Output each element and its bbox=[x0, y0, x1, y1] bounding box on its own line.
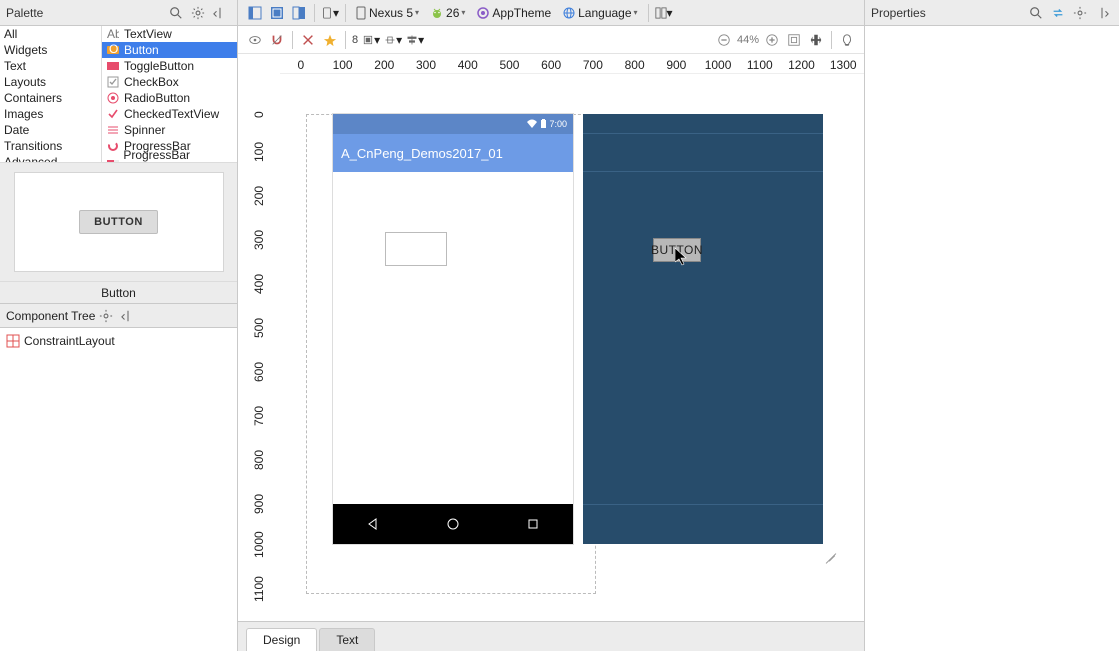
widget-spinner[interactable]: Spinner bbox=[102, 122, 237, 138]
tree-root-constraintlayout[interactable]: ConstraintLayout bbox=[6, 334, 231, 348]
preview-button[interactable]: BUTTON bbox=[79, 210, 158, 234]
preview-label: Button bbox=[0, 282, 237, 304]
component-tree-title: Component Tree bbox=[6, 309, 95, 323]
zoom-out-icon[interactable] bbox=[715, 31, 733, 49]
widget-textview[interactable]: AbTextView bbox=[102, 26, 237, 42]
magnet-icon[interactable] bbox=[268, 31, 286, 49]
properties-body bbox=[865, 26, 1119, 651]
phone-navbar bbox=[333, 504, 573, 544]
checkedtext-icon bbox=[106, 107, 120, 121]
palette-category[interactable]: Transitions bbox=[0, 138, 101, 154]
palette-category[interactable]: All bbox=[0, 26, 101, 42]
constraintlayout-icon bbox=[6, 334, 20, 348]
device-preview[interactable]: 7:00 A_CnPeng_Demos2017_01 bbox=[333, 114, 573, 544]
language-selector[interactable]: Language▾ bbox=[559, 5, 641, 21]
ruler-horizontal: 0100200300400500600700800900100011001200… bbox=[280, 54, 864, 74]
widget-togglebutton[interactable]: ToggleButton bbox=[102, 58, 237, 74]
view-design-icon[interactable] bbox=[246, 4, 264, 22]
textview-icon: Ab bbox=[106, 27, 120, 41]
theme-selector[interactable]: AppTheme bbox=[473, 5, 555, 21]
view-blueprint-icon[interactable] bbox=[268, 4, 286, 22]
api-selector[interactable]: 26▾ bbox=[427, 5, 469, 21]
phone-appbar: A_CnPeng_Demos2017_01 bbox=[333, 134, 573, 172]
editor-bottom-tabs: Design Text bbox=[238, 621, 864, 651]
svg-text:OK: OK bbox=[109, 44, 119, 56]
radio-icon bbox=[106, 91, 120, 105]
button-icon: OK bbox=[106, 43, 120, 57]
gear-icon[interactable] bbox=[1071, 4, 1089, 22]
palette-category[interactable]: Images bbox=[0, 106, 101, 122]
component-tree-header: Component Tree bbox=[0, 304, 237, 328]
palette-category-list: All Widgets Text Layouts Containers Imag… bbox=[0, 26, 102, 162]
variants-icon[interactable]: ▾ bbox=[655, 4, 673, 22]
nav-recent-icon bbox=[526, 517, 540, 531]
widget-progressbar-h[interactable]: ProgressBar (Horizon bbox=[102, 154, 237, 162]
palette-category[interactable]: Widgets bbox=[0, 42, 101, 58]
palette-header: Palette bbox=[0, 0, 237, 26]
canvas-resize-handle[interactable] bbox=[824, 548, 838, 562]
blueprint-preview[interactable]: BUTTON bbox=[583, 114, 823, 544]
component-tree-body: ConstraintLayout bbox=[0, 328, 237, 651]
eye-icon[interactable] bbox=[246, 31, 264, 49]
dragging-button[interactable]: BUTTON bbox=[653, 238, 701, 262]
widget-checkedtextview[interactable]: CheckedTextView bbox=[102, 106, 237, 122]
device-selector[interactable]: Nexus 5▾ bbox=[352, 5, 423, 21]
design-second-toolbar: 8 ▾ ▾ ▾ 44% bbox=[238, 26, 864, 54]
palette-category[interactable]: Advanced bbox=[0, 154, 101, 162]
palette-widget-list: AbTextView OKButton ToggleButton CheckBo… bbox=[102, 26, 237, 162]
ruler-vertical: 010020030040050060070080090010001100 bbox=[238, 74, 280, 621]
drop-placeholder bbox=[385, 232, 447, 266]
default-margin-value: 8 bbox=[352, 34, 358, 46]
infer-constraints-icon[interactable] bbox=[321, 31, 339, 49]
collapse-icon[interactable] bbox=[211, 4, 229, 22]
status-time: 7:00 bbox=[549, 119, 567, 129]
palette-category[interactable]: Date bbox=[0, 122, 101, 138]
zoom-fit-icon[interactable] bbox=[785, 31, 803, 49]
spinner-icon bbox=[106, 123, 120, 137]
checkbox-icon bbox=[106, 75, 120, 89]
view-both-icon[interactable] bbox=[290, 4, 308, 22]
widget-radiobutton[interactable]: RadioButton bbox=[102, 90, 237, 106]
design-canvas[interactable]: 0100200300400500600700800900100011001200… bbox=[238, 54, 864, 621]
default-margin-icon[interactable]: ▾ bbox=[362, 31, 380, 49]
search-icon[interactable] bbox=[1027, 4, 1045, 22]
pack-icon[interactable]: ▾ bbox=[384, 31, 402, 49]
collapse-icon[interactable] bbox=[119, 307, 137, 325]
widget-button[interactable]: OKButton bbox=[102, 42, 237, 58]
wifi-icon bbox=[527, 119, 537, 129]
search-icon[interactable] bbox=[167, 4, 185, 22]
clear-constraints-icon[interactable] bbox=[299, 31, 317, 49]
gear-icon[interactable] bbox=[97, 307, 115, 325]
zoom-in-icon[interactable] bbox=[763, 31, 781, 49]
widget-checkbox[interactable]: CheckBox bbox=[102, 74, 237, 90]
battery-icon bbox=[540, 119, 547, 129]
warnings-icon[interactable] bbox=[838, 31, 856, 49]
tab-text[interactable]: Text bbox=[319, 628, 375, 651]
orientation-icon[interactable]: ▾ bbox=[321, 4, 339, 22]
zoom-percent: 44% bbox=[737, 34, 759, 46]
tab-design[interactable]: Design bbox=[246, 628, 317, 651]
palette-category[interactable]: Text bbox=[0, 58, 101, 74]
palette-title: Palette bbox=[6, 6, 43, 20]
toggle-icon bbox=[106, 59, 120, 73]
widget-preview-area: BUTTON bbox=[0, 162, 237, 282]
gear-icon[interactable] bbox=[189, 4, 207, 22]
svg-text:Ab: Ab bbox=[107, 28, 119, 40]
progress-icon bbox=[106, 139, 120, 153]
design-top-toolbar: ▾ Nexus 5▾ 26▾ AppTheme Language▾ ▾ bbox=[238, 0, 864, 26]
properties-header: Properties bbox=[865, 0, 1119, 26]
properties-title: Properties bbox=[871, 6, 926, 20]
phone-content[interactable] bbox=[333, 172, 573, 504]
palette-category[interactable]: Layouts bbox=[0, 74, 101, 90]
swap-icon[interactable] bbox=[1049, 4, 1067, 22]
nav-home-icon bbox=[446, 517, 460, 531]
pan-icon[interactable] bbox=[807, 31, 825, 49]
nav-back-icon bbox=[366, 517, 380, 531]
collapse-icon[interactable] bbox=[1093, 4, 1111, 22]
progress-h-icon bbox=[106, 155, 119, 162]
align-icon[interactable]: ▾ bbox=[406, 31, 424, 49]
palette-category[interactable]: Containers bbox=[0, 90, 101, 106]
phone-statusbar: 7:00 bbox=[333, 114, 573, 134]
